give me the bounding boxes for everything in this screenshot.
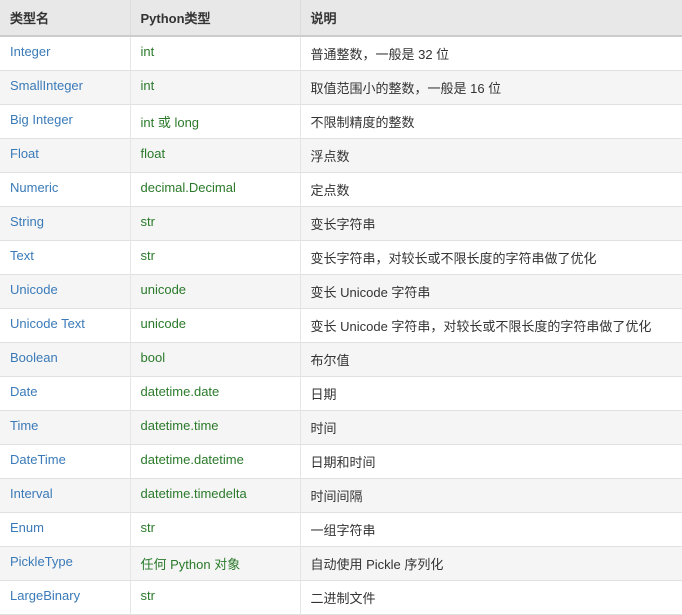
type-reference-table: 类型名 Python类型 说明 Integerint普通整数，一般是 32 位S…: [0, 0, 682, 615]
cell-python: str: [130, 207, 300, 241]
table-row: Numericdecimal.Decimal定点数: [0, 173, 682, 207]
cell-desc: 变长 Unicode 字符串: [300, 275, 682, 309]
table-row: Datedatetime.date日期: [0, 377, 682, 411]
cell-type: Integer: [0, 36, 130, 71]
cell-type: PickleType: [0, 547, 130, 581]
cell-python: unicode: [130, 275, 300, 309]
cell-type: Float: [0, 139, 130, 173]
cell-python: 任何 Python 对象: [130, 547, 300, 581]
table-row: LargeBinarystr二进制文件: [0, 581, 682, 615]
cell-type: Unicode: [0, 275, 130, 309]
cell-python: str: [130, 581, 300, 615]
table-row: Enumstr一组字符串: [0, 513, 682, 547]
cell-python: bool: [130, 343, 300, 377]
cell-desc: 变长 Unicode 字符串，对较长或不限长度的字符串做了优化: [300, 309, 682, 343]
table-row: Big Integerint 或 long不限制精度的整数: [0, 105, 682, 139]
cell-type: Time: [0, 411, 130, 445]
table-row: Stringstr变长字符串: [0, 207, 682, 241]
cell-desc: 日期和时间: [300, 445, 682, 479]
cell-python: datetime.datetime: [130, 445, 300, 479]
table-row: DateTimedatetime.datetime日期和时间: [0, 445, 682, 479]
header-type: 类型名: [0, 0, 130, 36]
cell-python: str: [130, 513, 300, 547]
cell-desc: 日期: [300, 377, 682, 411]
cell-python: datetime.time: [130, 411, 300, 445]
cell-type: Date: [0, 377, 130, 411]
table-row: Intervaldatetime.timedelta时间间隔: [0, 479, 682, 513]
cell-type: Text: [0, 241, 130, 275]
header-desc: 说明: [300, 0, 682, 36]
cell-type: Enum: [0, 513, 130, 547]
cell-type: LargeBinary: [0, 581, 130, 615]
cell-desc: 定点数: [300, 173, 682, 207]
table-row: Floatfloat浮点数: [0, 139, 682, 173]
header-python: Python类型: [130, 0, 300, 36]
cell-type: SmallInteger: [0, 71, 130, 105]
cell-desc: 二进制文件: [300, 581, 682, 615]
cell-python: unicode: [130, 309, 300, 343]
table-row: Unicode Textunicode变长 Unicode 字符串，对较长或不限…: [0, 309, 682, 343]
cell-desc: 取值范围小的整数，一般是 16 位: [300, 71, 682, 105]
table-header-row: 类型名 Python类型 说明: [0, 0, 682, 36]
cell-type: Big Integer: [0, 105, 130, 139]
cell-desc: 一组字符串: [300, 513, 682, 547]
cell-desc: 自动使用 Pickle 序列化: [300, 547, 682, 581]
table-row: Timedatetime.time时间: [0, 411, 682, 445]
cell-type: Unicode Text: [0, 309, 130, 343]
cell-python: int: [130, 36, 300, 71]
table-row: Integerint普通整数，一般是 32 位: [0, 36, 682, 71]
table-row: SmallIntegerint取值范围小的整数，一般是 16 位: [0, 71, 682, 105]
cell-python: int: [130, 71, 300, 105]
cell-python: float: [130, 139, 300, 173]
table-row: Textstr变长字符串，对较长或不限长度的字符串做了优化: [0, 241, 682, 275]
cell-type: String: [0, 207, 130, 241]
table-row: Unicodeunicode变长 Unicode 字符串: [0, 275, 682, 309]
table-row: Booleanbool布尔值: [0, 343, 682, 377]
cell-type: Interval: [0, 479, 130, 513]
cell-desc: 时间: [300, 411, 682, 445]
cell-desc: 普通整数，一般是 32 位: [300, 36, 682, 71]
cell-type: DateTime: [0, 445, 130, 479]
cell-type: Boolean: [0, 343, 130, 377]
cell-desc: 浮点数: [300, 139, 682, 173]
cell-desc: 变长字符串: [300, 207, 682, 241]
cell-python: str: [130, 241, 300, 275]
cell-python: int 或 long: [130, 105, 300, 139]
table-row: PickleType任何 Python 对象自动使用 Pickle 序列化: [0, 547, 682, 581]
cell-desc: 变长字符串，对较长或不限长度的字符串做了优化: [300, 241, 682, 275]
cell-desc: 不限制精度的整数: [300, 105, 682, 139]
cell-desc: 时间间隔: [300, 479, 682, 513]
cell-type: Numeric: [0, 173, 130, 207]
cell-python: datetime.timedelta: [130, 479, 300, 513]
cell-desc: 布尔值: [300, 343, 682, 377]
cell-python: decimal.Decimal: [130, 173, 300, 207]
cell-python: datetime.date: [130, 377, 300, 411]
